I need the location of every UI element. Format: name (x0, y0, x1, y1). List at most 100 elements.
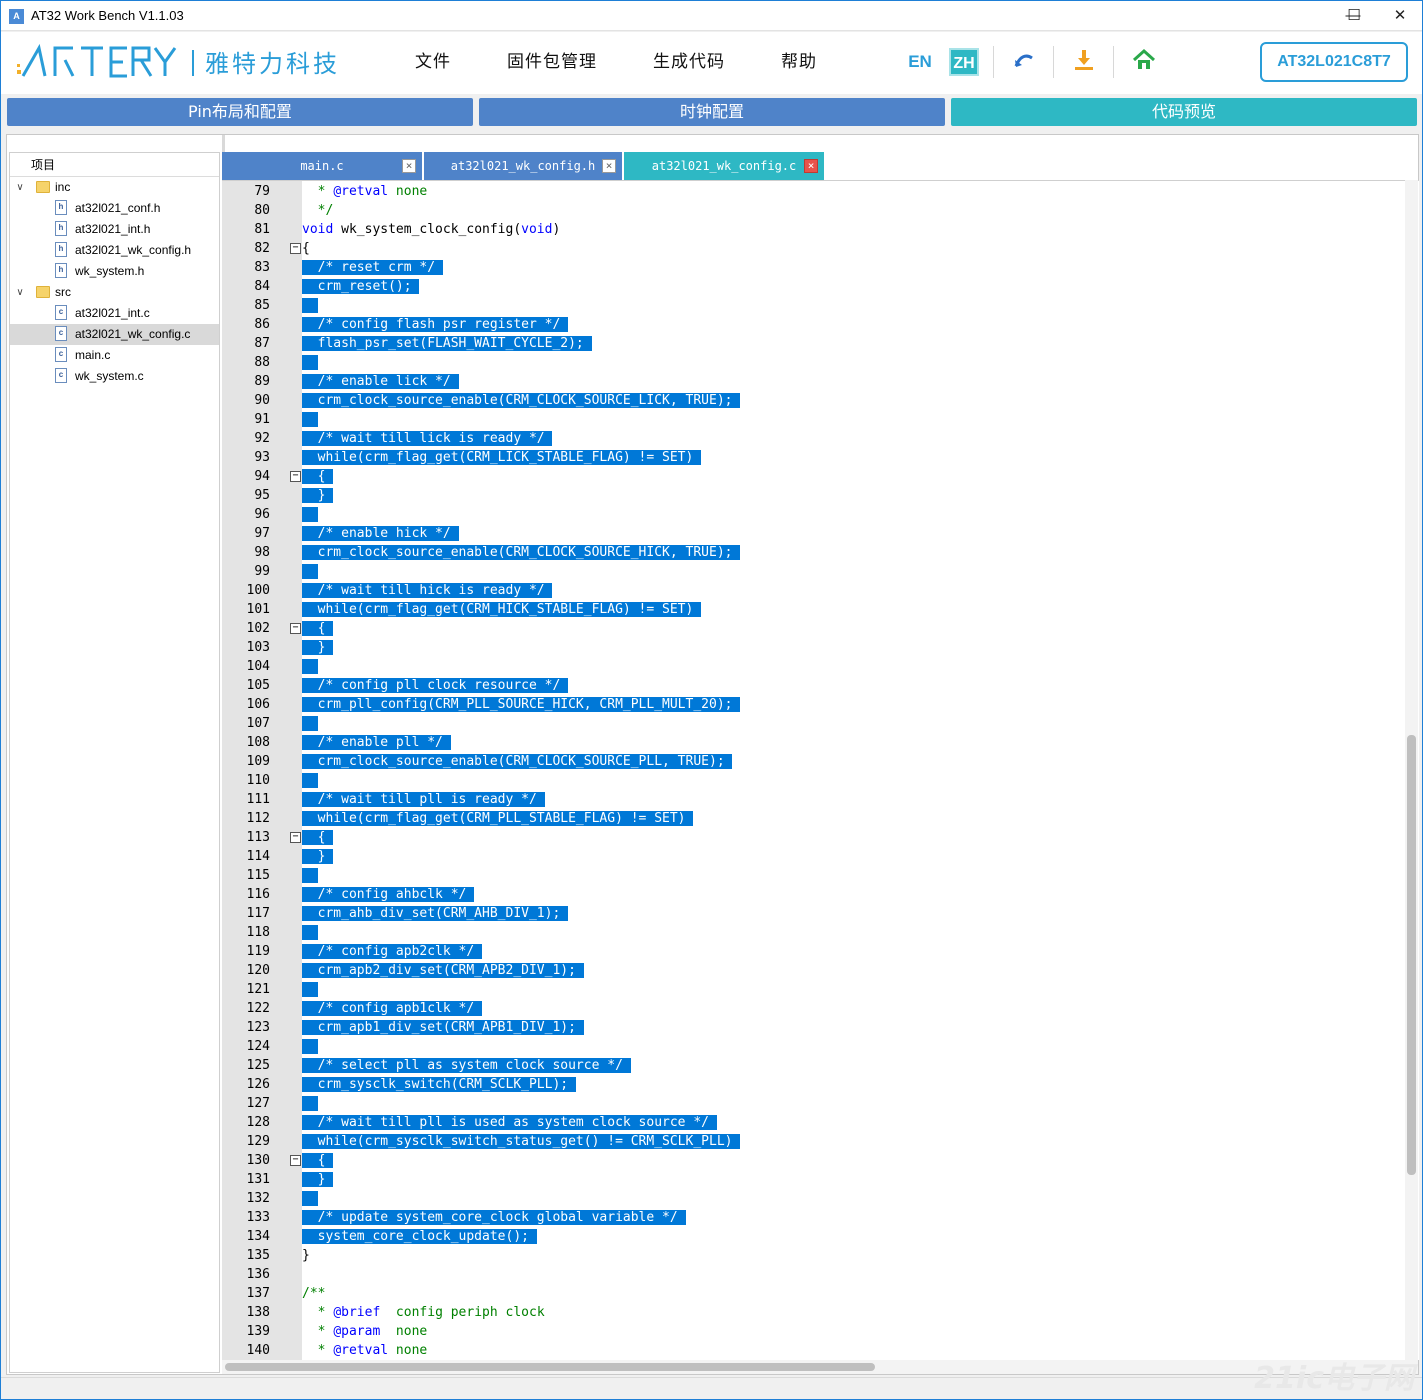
close-button[interactable]: ✕ (1377, 1, 1423, 31)
line-number: 116 (246, 887, 270, 902)
selected-code-text: /* enable lick */ (302, 374, 459, 389)
selected-code-text: crm_clock_source_enable(CRM_CLOCK_SOURCE… (302, 754, 733, 769)
tree-item-label: wk_system.c (75, 369, 144, 383)
selected-code-text: { (302, 469, 334, 484)
close-tab-icon[interactable]: × (402, 159, 416, 173)
code-editor[interactable]: 79 * @retval none 80 */ 81 void wk_system_c… (222, 180, 1419, 1360)
tree-item-label: wk_system.h (75, 264, 145, 278)
file-tab-bar: main.c × at32l021_wk_config.h × at32l021… (222, 152, 1418, 180)
tab-clock-config[interactable]: 时钟配置 (479, 98, 945, 126)
fold-toggle-icon[interactable]: − (290, 623, 301, 634)
line-number: 80 (254, 203, 270, 218)
selected-code-text: crm_apb2_div_set(CRM_APB2_DIV_1); (302, 963, 584, 978)
line-number: 125 (246, 1058, 270, 1073)
file-tab-main-c[interactable]: main.c × (222, 152, 422, 180)
menu-file[interactable]: 文件 (415, 47, 451, 72)
code-line: /* reset crm */ (302, 258, 443, 277)
expand-chevron-icon[interactable]: ∨ (15, 177, 25, 198)
tree-file-item[interactable]: c main.c (10, 345, 219, 366)
app-icon: A (9, 9, 24, 24)
tree-folder-src[interactable]: ∨ src (10, 282, 219, 303)
tree-item-label: at32l021_int.c (75, 306, 150, 320)
code-line (302, 410, 318, 429)
code-line (302, 505, 318, 524)
close-tab-icon[interactable]: × (804, 159, 818, 173)
code-line: flash_psr_set(FLASH_WAIT_CYCLE_2); (302, 334, 592, 353)
selected-code-text (302, 868, 318, 883)
expand-chevron-icon[interactable]: ∨ (15, 282, 25, 303)
fold-toggle-icon[interactable]: − (290, 832, 301, 843)
selected-code-text (302, 1039, 318, 1054)
file-tab-wk-config-h[interactable]: at32l021_wk_config.h × (424, 152, 622, 180)
code-line: * @param none (302, 1324, 428, 1339)
c-file-icon: c (55, 347, 67, 362)
close-tab-icon[interactable]: × (602, 159, 616, 173)
tree-item-label: at32l021_conf.h (75, 201, 161, 215)
code-line: crm_apb2_div_set(CRM_APB2_DIV_1); (302, 961, 584, 980)
tree-item-label: at32l021_int.h (75, 222, 151, 236)
vertical-scroll-thumb[interactable] (1407, 735, 1416, 1175)
menu-firmware[interactable]: 固件包管理 (507, 47, 597, 72)
vertical-scrollbar[interactable] (1405, 180, 1418, 1360)
menu-help[interactable]: 帮助 (781, 47, 817, 72)
line-number: 126 (246, 1077, 270, 1092)
fold-toggle-icon[interactable]: − (290, 243, 301, 254)
horizontal-scrollbar[interactable] (222, 1360, 1418, 1374)
tree-folder-inc[interactable]: ∨ inc (10, 177, 219, 198)
tree-file-item[interactable]: c at32l021_int.c (10, 303, 219, 324)
maximize-button[interactable]: ☐ (1331, 1, 1377, 31)
tree-file-item[interactable]: c wk_system.c (10, 366, 219, 387)
code-line (302, 1094, 318, 1113)
tree-file-item[interactable]: h at32l021_conf.h (10, 198, 219, 219)
selected-code-text: crm_ahb_div_set(CRM_AHB_DIV_1); (302, 906, 569, 921)
header-file-icon: h (55, 221, 67, 236)
code-line: /** (302, 1286, 326, 1301)
horizontal-scroll-thumb[interactable] (225, 1363, 875, 1371)
home-icon[interactable] (1129, 48, 1159, 76)
tree-item-label: at32l021_wk_config.h (75, 243, 192, 257)
line-number: 88 (254, 355, 270, 370)
selected-code-text: /* reset crm */ (302, 260, 443, 275)
code-line: /* config ahbclk */ (302, 885, 475, 904)
code-line: crm_reset(); (302, 277, 420, 296)
code-line: /* wait till lick is ready */ (302, 429, 553, 448)
code-line: * @retval none (302, 184, 428, 199)
line-number: 107 (246, 716, 270, 731)
line-number: 122 (246, 1001, 270, 1016)
fold-toggle-icon[interactable]: − (290, 471, 301, 482)
line-number: 134 (246, 1229, 270, 1244)
tree-file-item[interactable]: c at32l021_wk_config.c (10, 324, 219, 345)
tab-code-preview[interactable]: 代码预览 (951, 98, 1417, 126)
file-tab-wk-config-c[interactable]: at32l021_wk_config.c × (624, 152, 824, 180)
line-number: 136 (246, 1267, 270, 1282)
selected-code-text: while(crm_sysclk_switch_status_get() != … (302, 1134, 741, 1149)
line-number: 105 (246, 678, 270, 693)
tree-file-item[interactable]: h at32l021_int.h (10, 219, 219, 240)
undo-icon[interactable] (1009, 48, 1039, 76)
selected-code-text (302, 412, 318, 427)
line-number: 96 (254, 507, 270, 522)
line-number: 100 (246, 583, 270, 598)
tree-file-item[interactable]: h wk_system.h (10, 261, 219, 282)
selected-code-text (302, 773, 318, 788)
lang-en-button[interactable]: EN (905, 48, 935, 76)
code-line: while(crm_flag_get(CRM_PLL_STABLE_FLAG) … (302, 809, 694, 828)
chip-model-button[interactable]: AT32L021C8T7 (1260, 42, 1408, 82)
project-tree: 项目 ∨ inc h at32l021_conf.h h at32l021_int.h h a… (9, 152, 220, 1373)
code-line (302, 1189, 318, 1208)
download-icon[interactable] (1069, 48, 1099, 76)
header-file-icon: h (55, 242, 67, 257)
line-number: 140 (246, 1343, 270, 1358)
code-line (302, 866, 318, 885)
code-line: /* enable pll */ (302, 733, 451, 752)
selected-code-text (302, 507, 318, 522)
menu-generate-code[interactable]: 生成代码 (653, 47, 725, 72)
tree-file-item[interactable]: h at32l021_wk_config.h (10, 240, 219, 261)
lang-zh-button[interactable]: ZH (949, 48, 979, 76)
selected-code-text: /* config ahbclk */ (302, 887, 475, 902)
line-number: 135 (246, 1248, 270, 1263)
code-line: /* update system_core_clock global varia… (302, 1208, 686, 1227)
fold-toggle-icon[interactable]: − (290, 1155, 301, 1166)
tab-pin-config[interactable]: Pin布局和配置 (7, 98, 473, 126)
line-number: 127 (246, 1096, 270, 1111)
